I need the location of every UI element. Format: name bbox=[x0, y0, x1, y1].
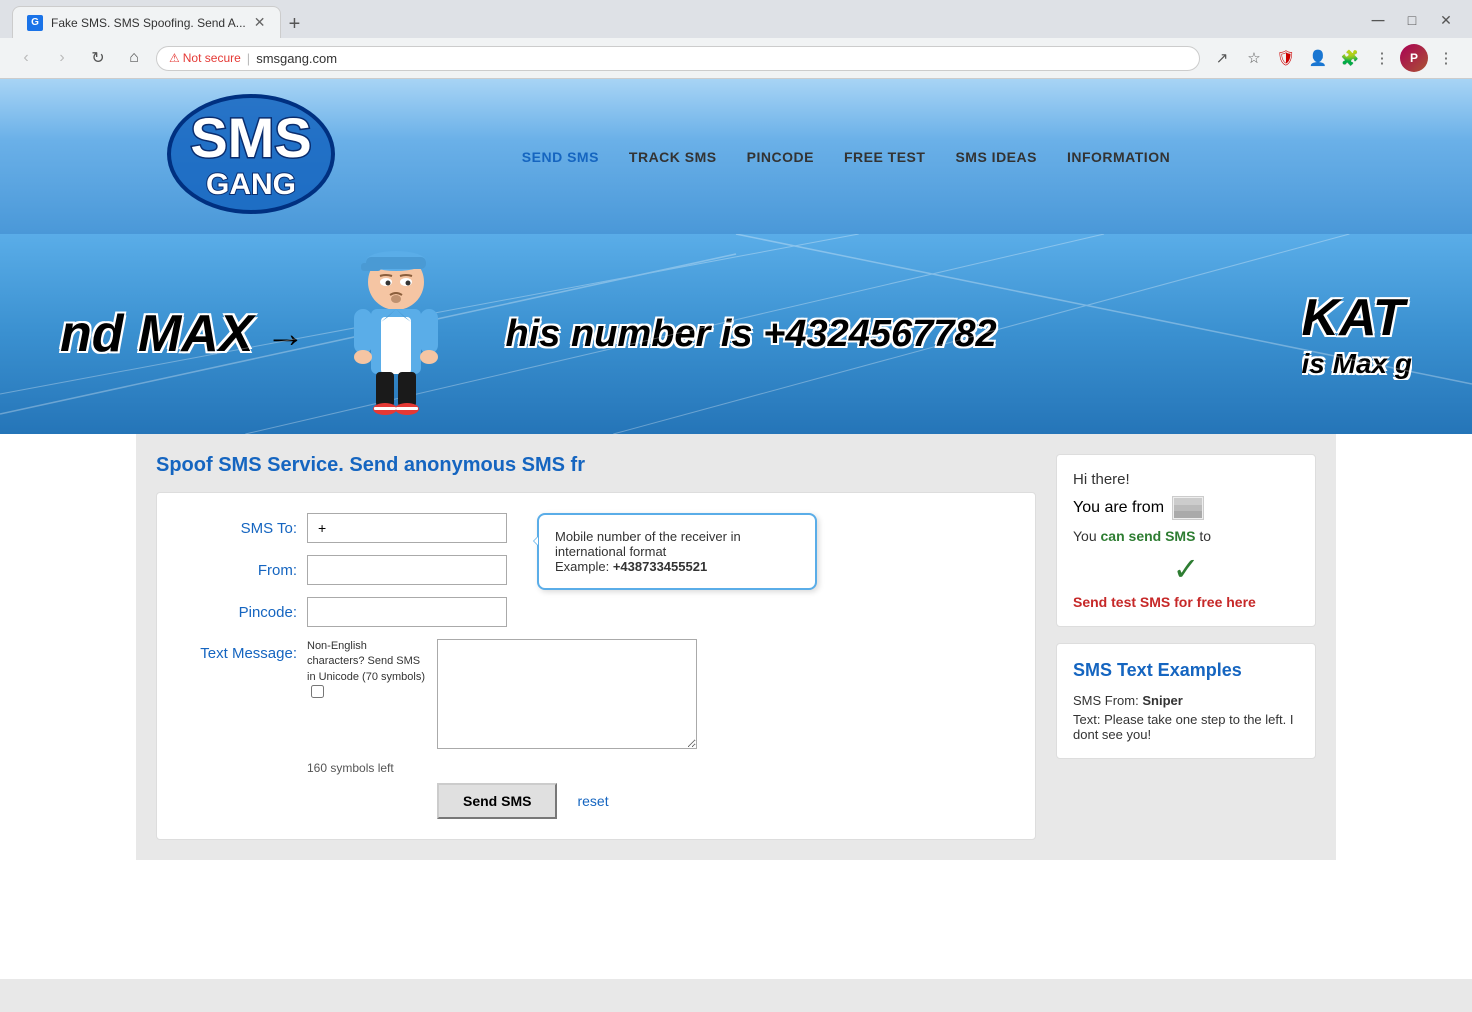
sms-to-input[interactable] bbox=[307, 513, 507, 543]
sidebar-from-row: You are from bbox=[1073, 496, 1299, 520]
extensions-button[interactable]: 🧩 bbox=[1336, 44, 1364, 72]
unicode-checkbox[interactable] bbox=[311, 685, 324, 698]
form-card: Mobile number of the receiver in interna… bbox=[156, 492, 1036, 840]
back-button[interactable]: ‹ bbox=[12, 44, 40, 72]
tooltip-bubble: Mobile number of the receiver in interna… bbox=[537, 513, 817, 590]
sidebar-info-card: Hi there! You are from You can send bbox=[1056, 454, 1316, 627]
url-bar[interactable]: ⚠ Not secure | smsgang.com bbox=[156, 46, 1200, 71]
nav-free-test[interactable]: FREE TEST bbox=[844, 149, 926, 165]
nav-track-sms[interactable]: TRACK SMS bbox=[629, 149, 717, 165]
flag-image bbox=[1172, 496, 1204, 520]
logo-area: SMS GANG bbox=[156, 89, 376, 224]
from-label: From: bbox=[177, 562, 297, 579]
tooltip-example-label: Example: bbox=[555, 559, 609, 574]
sidebar-can-send: You can send SMS to bbox=[1073, 528, 1299, 544]
tab-title: Fake SMS. SMS Spoofing. Send A... bbox=[51, 16, 246, 30]
site-logo[interactable]: SMS GANG bbox=[156, 89, 336, 219]
hero-bg-svg bbox=[0, 234, 1472, 434]
tab-close-button[interactable]: ✕ bbox=[254, 14, 266, 31]
page-title: Spoof SMS Service. Send anonymous SMS fr bbox=[156, 454, 1036, 477]
sms-example-from-value: Sniper bbox=[1142, 693, 1182, 708]
main-content: Spoof SMS Service. Send anonymous SMS fr… bbox=[136, 434, 1336, 860]
character-svg bbox=[336, 247, 456, 422]
sidebar: Hi there! You are from You can send bbox=[1056, 454, 1316, 840]
sms-examples-title: SMS Text Examples bbox=[1073, 660, 1299, 681]
warning-icon: ⚠ bbox=[169, 51, 180, 65]
security-indicator: ⚠ Not secure bbox=[169, 51, 241, 65]
send-sms-button[interactable]: Send SMS bbox=[437, 783, 557, 819]
sms-example-text-row: Text: Please take one step to the left. … bbox=[1073, 712, 1299, 742]
browser-chrome: G Fake SMS. SMS Spoofing. Send A... ✕ + … bbox=[0, 0, 1472, 79]
new-tab-button[interactable]: + bbox=[281, 10, 309, 38]
svg-text:GANG: GANG bbox=[206, 168, 296, 201]
checkmark-icon: ✓ bbox=[1073, 550, 1299, 588]
from-input[interactable] bbox=[307, 555, 507, 585]
text-message-row: Text Message: Non-English characters? Se… bbox=[177, 639, 1015, 749]
text-message-label: Text Message: bbox=[177, 639, 297, 662]
minimize-button[interactable]: ─ bbox=[1364, 6, 1392, 34]
nav-information[interactable]: INFORMATION bbox=[1067, 149, 1170, 165]
forward-button[interactable]: › bbox=[48, 44, 76, 72]
free-test-link[interactable]: Send test SMS for free here bbox=[1073, 594, 1299, 610]
you-are-from-text: You are from bbox=[1073, 499, 1164, 517]
pincode-row: Pincode: bbox=[177, 597, 1015, 627]
toolbar-icons: ↗ ☆ 🛡 👤 🧩 ⋮ P ⋮ bbox=[1208, 44, 1460, 72]
pincode-input[interactable] bbox=[307, 597, 507, 627]
flag-icon bbox=[1174, 498, 1202, 518]
svg-text:SMS: SMS bbox=[190, 106, 311, 169]
shield-icon-btn[interactable]: 🛡 bbox=[1272, 44, 1300, 72]
action-row: Send SMS reset bbox=[307, 783, 1015, 819]
page-wrapper: SMS GANG SEND SMS TRACK SMS PINCODE FREE… bbox=[0, 79, 1472, 979]
bookmark-button[interactable]: ☆ bbox=[1240, 44, 1268, 72]
tooltip-example-value: +438733455521 bbox=[613, 559, 707, 574]
nav-pincode[interactable]: PINCODE bbox=[747, 149, 814, 165]
sidebar-hi: Hi there! bbox=[1073, 471, 1299, 488]
hero-character bbox=[336, 247, 476, 422]
content-left: Spoof SMS Service. Send anonymous SMS fr… bbox=[156, 454, 1036, 840]
sms-examples-card: SMS Text Examples SMS From: Sniper Text:… bbox=[1056, 643, 1316, 759]
url-text: smsgang.com bbox=[256, 51, 337, 66]
tab-favicon: G bbox=[27, 15, 43, 31]
text-message-textarea[interactable] bbox=[437, 639, 697, 749]
profile-button[interactable]: 👤 bbox=[1304, 44, 1332, 72]
nav-sms-ideas[interactable]: SMS IDEAS bbox=[955, 149, 1037, 165]
hero-banner: nd MAX → bbox=[0, 234, 1472, 434]
tooltip-text: Mobile number of the receiver in interna… bbox=[555, 529, 741, 559]
text-message-group: Non-English characters? Send SMS in Unic… bbox=[307, 639, 697, 749]
more-button[interactable]: ⋮ bbox=[1432, 44, 1460, 72]
pincode-label: Pincode: bbox=[177, 604, 297, 621]
active-tab[interactable]: G Fake SMS. SMS Spoofing. Send A... ✕ bbox=[12, 6, 281, 38]
home-button[interactable]: ⌂ bbox=[120, 44, 148, 72]
tab-bar: G Fake SMS. SMS Spoofing. Send A... ✕ + … bbox=[0, 0, 1472, 38]
symbols-left: 160 symbols left bbox=[307, 761, 1015, 775]
reset-link[interactable]: reset bbox=[577, 793, 608, 809]
avatar[interactable]: P bbox=[1400, 44, 1428, 72]
sms-to-label: SMS To: bbox=[177, 520, 297, 537]
share-button[interactable]: ↗ bbox=[1208, 44, 1236, 72]
unicode-note: Non-English characters? Send SMS in Unic… bbox=[307, 639, 427, 704]
nav-send-sms[interactable]: SEND SMS bbox=[522, 149, 599, 165]
menu-button[interactable]: ⋮ bbox=[1368, 44, 1396, 72]
reload-button[interactable]: ↻ bbox=[84, 44, 112, 72]
sms-example-from-row: SMS From: Sniper bbox=[1073, 693, 1299, 708]
address-bar: ‹ › ↻ ⌂ ⚠ Not secure | smsgang.com ↗ ☆ 🛡… bbox=[0, 38, 1472, 78]
site-header: SMS GANG SEND SMS TRACK SMS PINCODE FREE… bbox=[0, 79, 1472, 234]
maximize-button[interactable]: □ bbox=[1398, 6, 1426, 34]
close-window-button[interactable]: ✕ bbox=[1432, 6, 1460, 34]
sms-example-text-value: Please take one step to the left. I dont… bbox=[1073, 712, 1293, 742]
can-send-highlight: can send SMS bbox=[1101, 528, 1196, 544]
main-nav: SEND SMS TRACK SMS PINCODE FREE TEST SMS… bbox=[376, 149, 1316, 165]
header-inner: SMS GANG SEND SMS TRACK SMS PINCODE FREE… bbox=[136, 89, 1336, 224]
